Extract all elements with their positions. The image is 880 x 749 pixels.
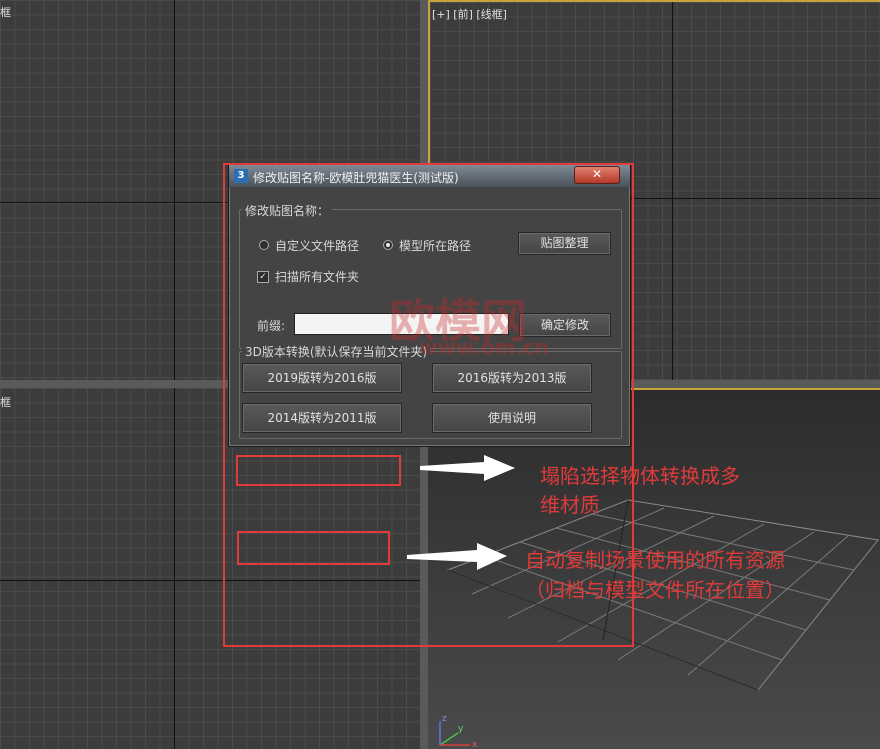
axis-z-label: z bbox=[442, 714, 447, 724]
arrow-right-icon bbox=[407, 543, 507, 570]
axis-gizmo: z y x bbox=[439, 714, 478, 749]
annotation-note-1-line2: 维材质 bbox=[540, 493, 600, 517]
grid-axis-v bbox=[174, 0, 175, 380]
annotation-note-2-line2: （归档与模型文件所在位置） bbox=[525, 578, 785, 602]
annotation-note-1-line1: 塌陷选择物体转换成多 bbox=[540, 464, 740, 488]
viewport-label[interactable]: [+] [前] [线框] bbox=[432, 6, 507, 22]
grid-axis-v bbox=[174, 388, 175, 749]
annotation-note-2-line1: 自动复制场景使用的所有资源 bbox=[525, 548, 785, 572]
arrow-right-icon bbox=[420, 455, 515, 481]
highlight-box-1 bbox=[236, 455, 401, 486]
highlight-outer-box bbox=[223, 163, 634, 647]
viewport-label[interactable]: 框 bbox=[0, 394, 11, 410]
axis-x-label: x bbox=[472, 740, 478, 749]
viewport-label[interactable]: 框 bbox=[0, 4, 11, 20]
highlight-box-2 bbox=[237, 531, 390, 565]
grid-axis-v bbox=[672, 2, 673, 380]
axis-y-label: y bbox=[458, 724, 464, 734]
